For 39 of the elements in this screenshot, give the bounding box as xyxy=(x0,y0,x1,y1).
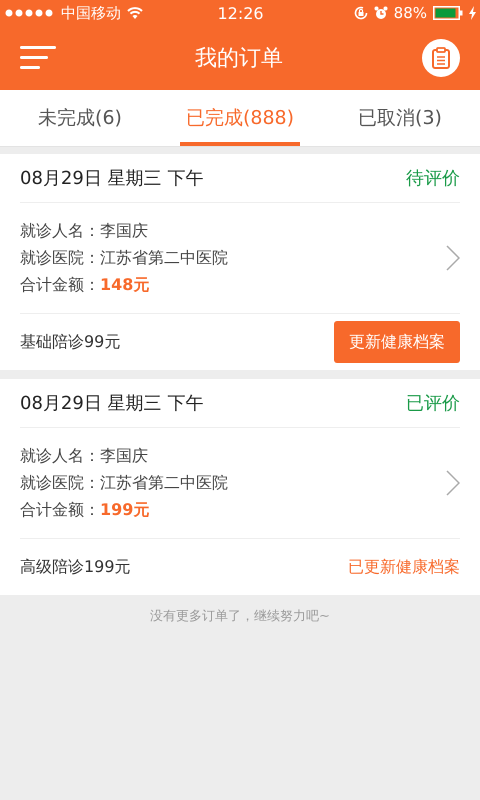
service-name: 基础陪诊99元 xyxy=(20,332,120,352)
tab[interactable]: 已取消(3) xyxy=(320,90,480,146)
menu-icon[interactable] xyxy=(20,46,56,70)
alarm-icon xyxy=(374,6,388,20)
charging-icon xyxy=(469,6,476,20)
field-value: 江苏省第二中医院 xyxy=(100,248,228,268)
order-card[interactable]: 08月29日 星期三 下午 已评价 就诊人名：李国庆 就诊医院：江苏省第二中医院 合计金额：199元 高级陪诊199元 已更新健康档案 xyxy=(0,379,480,595)
field-value: 江苏省第二中医院 xyxy=(100,472,228,494)
field-label: 就诊医院： xyxy=(20,472,100,494)
end-of-list-note: 没有更多订单了，继续努力吧~ xyxy=(149,608,331,625)
order-date: 08月29日 星期三 下午 xyxy=(20,167,204,190)
field-label: 就诊医院： xyxy=(20,248,100,268)
wifi-icon xyxy=(127,7,143,19)
chevron-right-icon[interactable] xyxy=(446,470,460,496)
field-label: 就诊人名： xyxy=(20,446,100,466)
field-value: 李国庆 xyxy=(100,220,148,242)
field-label: 合计金额： xyxy=(20,500,100,520)
tab[interactable]: 未完成(6) xyxy=(0,90,160,146)
clock-time: 12:26 xyxy=(217,4,264,22)
battery-icon xyxy=(433,6,464,20)
service-name: 高级陪诊199元 xyxy=(20,556,131,578)
carrier-name: 中国移动 xyxy=(61,4,121,22)
field-label: 就诊人名： xyxy=(20,220,100,242)
total-amount: 148元 xyxy=(100,274,150,296)
clipboard-button[interactable] xyxy=(422,39,460,77)
order-date: 08月29日 星期三 下午 xyxy=(20,392,204,415)
signal-icon xyxy=(5,9,55,17)
rotation-lock-icon xyxy=(354,6,368,20)
order-status: 已评价 xyxy=(406,392,460,415)
chevron-right-icon[interactable] xyxy=(446,245,460,271)
field-value: 李国庆 xyxy=(100,446,148,466)
field-label: 合计金额： xyxy=(20,274,100,296)
page-title: 我的订单 xyxy=(195,45,283,73)
order-status: 待评价 xyxy=(406,167,460,190)
order-card[interactable]: 08月29日 星期三 下午 待评价 就诊人名：李国庆 就诊医院：江苏省第二中医院 合计金额：148元 基础陪诊99元 更新健康档案 xyxy=(0,154,480,370)
battery-percent: 88% xyxy=(394,4,428,22)
total-amount: 199元 xyxy=(100,500,150,520)
health-record-status: 已更新健康档案 xyxy=(348,556,460,578)
clipboard-icon xyxy=(431,47,451,69)
